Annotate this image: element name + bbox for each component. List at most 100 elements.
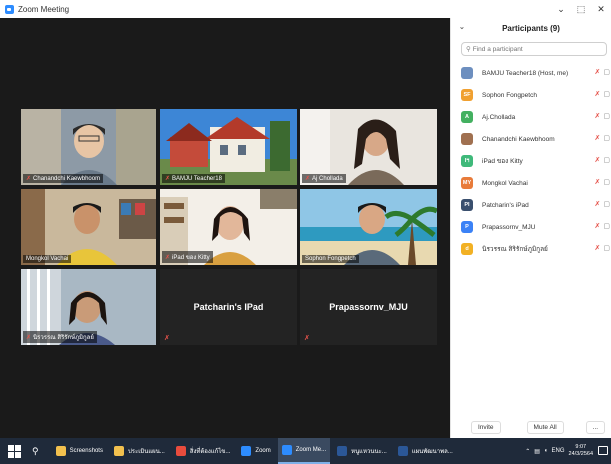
video-gallery: ✗Chanandchi Kaewbhoom ✗BAMJU Teacher18 [0,18,450,438]
muted-mic-icon: ✗ [164,335,170,342]
participant-name: Chanandchi Kaewbhoom [482,135,555,143]
video-tile[interactable]: ✗ BAMJU Teacher18 [160,109,297,185]
tray-lang[interactable]: ENG [552,448,565,454]
camera-icon: ▢ [603,91,610,98]
participant-list-item[interactable]: MY Mongkol Vachai ✗ ▢ [451,172,611,194]
taskbar-app-item[interactable]: ประเมินแผน... [110,438,169,464]
muted-mic-icon: ✗ [594,69,601,76]
participant-avatar [461,133,473,145]
participant-list-item[interactable]: d นิรวรรณ สิริรักษ์ภูมิกูลย์ ✗ ▢ [451,238,611,260]
mute-all-button[interactable]: Mute All [526,420,564,434]
app-icon [241,446,252,456]
camera-icon: ▢ [603,179,610,186]
participant-avatar: MY [461,177,473,189]
title-bar: Zoom Meeting ⌄ ⬚ ✕ [0,0,611,18]
participant-name: Aj.Chollada [482,113,516,121]
participant-search-input[interactable] [472,45,593,53]
video-tile-active-speaker[interactable]: Sophon Fongpetch [300,189,437,265]
taskbar-app-item[interactable]: แผนพัฒนาพล... [394,438,457,464]
muted-mic-icon: ✗ [165,176,171,182]
camera-icon: ▢ [603,201,610,208]
muted-mic-icon: ✗ [305,176,311,182]
participant-list-item[interactable]: Chanandchi Kaewbhoom ✗ ▢ [451,128,611,150]
participant-name: Prapassornv_MJU [482,223,536,231]
participant-status-icons: ✗ ▢ [595,178,611,186]
muted-mic-icon: ✗ [594,91,601,98]
more-options-button[interactable]: ... [585,420,606,434]
taskbar-app-label: ประเมินแผน... [127,449,165,455]
app-icon [397,446,408,456]
camera-icon: ▢ [603,113,610,120]
participant-name-tag: ✗ Chanandchi Kaewbhoom [23,174,104,183]
system-tray: ⌃ ▤ ◖ ENG 9:07 24/3/2564 [525,438,593,464]
video-tile-no-video[interactable]: Patcharin's IPad ✗ [160,269,297,345]
muted-mic-icon: ✗ [594,223,601,230]
participant-video [300,189,437,265]
search-icon: ⚲ [466,46,471,53]
invite-button[interactable]: Invite [471,420,501,434]
taskbar-app-item[interactable]: สิ่งที่ต้องแก้ไข... [172,438,235,464]
participant-name-tag: ✗ นิรวรรณ สิริรักษ์ภูมิกูลย์ [23,331,97,343]
participants-panel: ⌄ Participants (9) ⚲ BAMJU Teacher18 (Ho… [450,18,611,438]
taskbar-app-item[interactable]: หนูแหวนนะ... [333,438,391,464]
video-tile[interactable]: ✗ Aj Chollada [300,109,437,185]
search-icon[interactable]: ⚲ [32,446,39,457]
participant-video [21,189,156,265]
volume-icon[interactable]: ◖ [544,448,548,454]
clock[interactable]: 9:07 24/3/2564 [569,444,593,458]
participant-list-item[interactable]: BAMJU Teacher18 (Host, me) ✗ ▢ [451,62,611,84]
participant-name: Patcharin's iPad [482,201,529,209]
participant-name: นิรวรรณ สิริรักษ์ภูมิกูลย์ [33,335,94,341]
participant-name: iPad ของ Kitty [482,158,523,165]
zoom-window: Zoom Meeting ⌄ ⬚ ✕ ✗ Chanandchi Kaewbhoom [0,0,611,438]
participant-name: นิรวรรณ สิริรักษ์ภูมิกูลย์ [482,246,548,253]
video-tile[interactable]: ✗ Chanandchi Kaewbhoom [21,109,156,185]
participant-list-item[interactable]: SF Sophon Fongpetch ✗ ▢ [451,84,611,106]
taskbar-app-label: หนูแหวนนะ... [351,449,387,455]
taskbar-app-label: สิ่งที่ต้องแก้ไข... [189,449,231,455]
app-icon [337,446,348,456]
muted-mic-icon: ✗ [594,179,601,186]
video-tile[interactable]: ✗ นิรวรรณ สิริรักษ์ภูมิกูลย์ [21,269,156,345]
clock-time: 9:07 [575,444,587,450]
participant-status-icons: ✗ ▢ [595,244,611,252]
taskbar-app-item[interactable]: Zoom Me... [277,438,331,464]
participant-list-item[interactable]: PI Patcharin's iPad ✗ ▢ [451,194,611,216]
participant-avatar: PI [461,199,473,211]
participant-avatar: SF [461,89,473,101]
participant-name-tag: ✗ Aj Chollada [302,174,346,183]
video-tile[interactable]: Mongkol Vachai [21,189,156,265]
app-icon [55,446,66,456]
muted-mic-icon: ✗ [26,334,32,341]
tray-up-arrow-icon[interactable]: ⌃ [525,448,530,455]
taskbar-apps: Screenshots ประเมินแผน... สิ่งที่ต้องแก้ไข… [49,438,457,464]
muted-mic-icon: ✗ [594,245,601,252]
taskbar-app-label: แผนพัฒนาพล... [411,449,453,455]
participant-name: BAMJU Teacher18 (Host, me) [482,69,569,77]
taskbar-app-item[interactable]: Zoom [237,438,274,464]
participant-name-tag: ✗ iPad ของ Kitty [162,251,213,263]
notification-icon[interactable] [598,446,608,455]
collapse-chevron-icon[interactable]: ⌄ [459,23,465,31]
zoom-app-icon [5,4,14,14]
participant-list-item[interactable]: A Aj.Chollada ✗ ▢ [451,106,611,128]
video-tile[interactable]: ✗ iPad ของ Kitty [160,189,297,265]
windows-start-icon[interactable] [6,443,22,459]
participant-list-item[interactable]: P Prapassornv_MJU ✗ ▢ [451,216,611,238]
clock-date: 24/3/2564 [568,451,593,457]
taskbar-app-label: Screenshots [69,448,103,454]
restore-button[interactable]: ⬚ [571,4,591,15]
participant-list-item[interactable]: Iฯ iPad ของ Kitty ✗ ▢ [451,150,611,172]
taskbar-app-label: Zoom Me... [295,447,327,453]
participants-header: ⌄ Participants (9) [451,18,611,38]
participant-search[interactable]: ⚲ [461,42,607,56]
network-icon[interactable]: ▤ [534,448,540,455]
video-tile-no-video[interactable]: Prapassornv_MJU ✗ [300,269,437,345]
app-icon [175,446,186,456]
muted-mic-icon: ✗ [26,176,32,182]
muted-mic-icon: ✗ [304,335,310,342]
close-button[interactable]: ✕ [591,4,611,15]
minimize-button[interactable]: ⌄ [551,4,571,15]
camera-icon: ▢ [603,245,610,252]
taskbar-app-item[interactable]: Screenshots [52,438,107,464]
